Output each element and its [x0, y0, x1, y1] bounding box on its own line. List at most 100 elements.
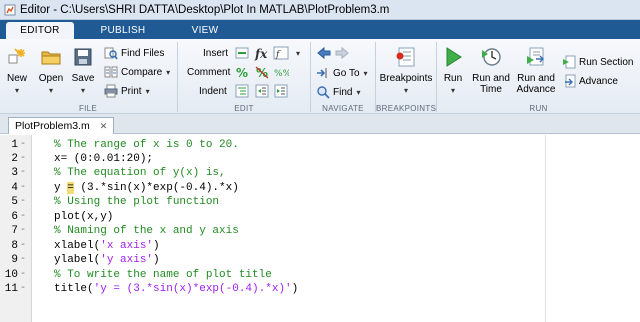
group-separator — [177, 42, 178, 112]
line-number: 8 — [11, 240, 18, 252]
find-files-button[interactable]: Find Files — [104, 45, 164, 61]
line-number: 6 — [11, 211, 18, 223]
line-marker: - — [20, 225, 27, 236]
code-line[interactable]: plot(x,y) — [54, 211, 113, 223]
breakpoints-button[interactable]: Breakpoints ▾ — [378, 45, 434, 96]
indent-button[interactable]: Indent — [199, 83, 227, 99]
group-label-file: FILE — [78, 104, 98, 113]
code-token: (3.*sin(x)*exp(-0.4).*x) — [73, 182, 239, 194]
line-number: 3 — [11, 167, 18, 179]
new-button[interactable]: New ▾ — [4, 45, 30, 96]
back-arrow-icon[interactable] — [316, 45, 332, 61]
save-button[interactable]: Save ▾ — [70, 45, 96, 96]
go-to-button[interactable]: Go To ▾ — [316, 65, 368, 81]
save-label: Save — [71, 73, 95, 84]
run-and-advance-button[interactable]: Run and Advance — [515, 45, 557, 95]
line-marker: - — [20, 240, 27, 251]
window-title: Editor - C:\Users\SHRI DATTA\Desktop\Plo… — [20, 3, 390, 16]
comment-percent-icon[interactable]: % — [234, 64, 250, 80]
tab-publish[interactable]: PUBLISH — [86, 22, 160, 39]
indent-label: Indent — [199, 85, 227, 97]
code-token: xlabel( — [54, 240, 101, 252]
find-label: Find — [333, 86, 353, 98]
print-button[interactable]: Print ▾ — [104, 83, 150, 99]
line-marker: - — [20, 139, 27, 150]
document-tab-label: PlotProblem3.m — [15, 120, 90, 132]
run-button[interactable]: Run ▾ — [440, 45, 466, 96]
document-tab[interactable]: PlotProblem3.m ✕ — [8, 117, 115, 134]
code-line[interactable]: y = (3.*sin(x)*exp(-0.4).*x) — [54, 182, 239, 194]
chevron-down-icon: ▾ — [145, 86, 150, 96]
line-marker: - — [20, 283, 27, 294]
warning-highlight[interactable]: = — [67, 182, 74, 194]
insert-function-icon[interactable]: f — [273, 45, 289, 61]
new-label: New — [6, 73, 27, 84]
forward-arrow-icon[interactable] — [334, 45, 350, 61]
chevron-down-icon: ▾ — [403, 86, 408, 95]
insert-section-icon[interactable] — [234, 45, 250, 61]
insert-button[interactable]: Insert — [203, 45, 228, 61]
decrease-indent-icon[interactable] — [273, 83, 289, 99]
advance-icon — [565, 74, 576, 88]
find-button[interactable]: Find ▾ — [316, 84, 360, 100]
line-number: 10 — [4, 269, 18, 281]
wrap-comments-icon[interactable]: %% — [273, 64, 289, 80]
code-editor[interactable]: 1 - % The range of x is 0 to 20. 2 - x= … — [0, 135, 640, 322]
uncomment-icon[interactable]: % — [254, 64, 270, 80]
comment-label: Comment — [187, 66, 231, 78]
line-number: 1 — [11, 139, 18, 151]
close-icon[interactable]: ✕ — [100, 118, 108, 134]
go-to-icon — [317, 68, 327, 78]
svg-text:%: % — [236, 66, 248, 80]
tab-view[interactable]: VIEW — [170, 22, 240, 39]
run-and-advance-icon — [527, 47, 544, 66]
group-label-breakpoints: BREAKPOINTS — [376, 104, 437, 113]
code-line[interactable]: title('y = (3.*sin(x)*exp(-0.4).*x)') — [54, 283, 298, 295]
floppy-disk-icon — [74, 48, 92, 66]
line-number: 4 — [11, 182, 18, 194]
code-line[interactable]: % The range of x is 0 to 20. — [54, 139, 239, 151]
group-separator — [310, 42, 311, 112]
chevron-down-icon[interactable]: ▾ — [292, 45, 300, 61]
line-marker: - — [20, 269, 27, 280]
matlab-editor-icon — [4, 4, 16, 15]
smart-indent-icon[interactable] — [234, 83, 250, 99]
code-line[interactable]: % Using the plot function — [54, 196, 219, 208]
increase-indent-icon[interactable] — [254, 83, 270, 99]
code-line[interactable]: % The equation of y(x) is, — [54, 167, 226, 179]
group-separator — [436, 42, 437, 112]
svg-text:%%: %% — [274, 69, 289, 79]
compare-button[interactable]: Compare ▾ — [104, 64, 170, 80]
code-line[interactable]: xlabel('x axis') — [54, 240, 160, 252]
code-token: ) — [291, 283, 299, 295]
open-button[interactable]: Open ▾ — [36, 45, 66, 96]
document-tab-strip: PlotProblem3.m ✕ — [0, 114, 640, 134]
run-and-advance-label-2: Advance — [516, 84, 556, 95]
code-line[interactable]: % To write the name of plot title — [54, 269, 272, 281]
advance-label: Advance — [579, 75, 618, 87]
run-and-time-button[interactable]: Run and Time — [470, 45, 512, 95]
comment-button[interactable]: Comment — [187, 64, 230, 80]
chevron-down-icon: ▾ — [450, 86, 455, 95]
editor-ribbon: New ▾ Open ▾ Save ▾ Find Files Compare ▾… — [0, 39, 640, 114]
advance-button[interactable]: Advance — [562, 73, 618, 89]
code-line[interactable]: % Naming of the x and y axis — [54, 225, 239, 237]
line-number: 11 — [4, 283, 18, 295]
line-marker: - — [20, 167, 27, 178]
right-margin-line — [545, 135, 546, 322]
find-files-icon — [104, 47, 118, 60]
run-and-advance-label-1: Run and — [517, 73, 555, 84]
code-line[interactable]: x= (0:0.01:20); — [54, 153, 153, 165]
group-label-edit: EDIT — [234, 104, 254, 113]
function-icon[interactable]: fx — [254, 45, 270, 61]
find-files-label: Find Files — [121, 47, 165, 59]
print-label: Print — [121, 85, 142, 97]
code-line[interactable]: ylabel('y axis') — [54, 254, 160, 266]
tab-editor[interactable]: EDITOR — [6, 22, 74, 39]
chevron-down-icon: ▾ — [80, 86, 85, 95]
run-section-button[interactable]: Run Section — [562, 54, 633, 70]
code-token: ) — [153, 240, 160, 252]
compare-icon — [104, 66, 118, 78]
printer-icon — [104, 84, 118, 98]
run-and-time-label-2: Time — [480, 84, 502, 95]
